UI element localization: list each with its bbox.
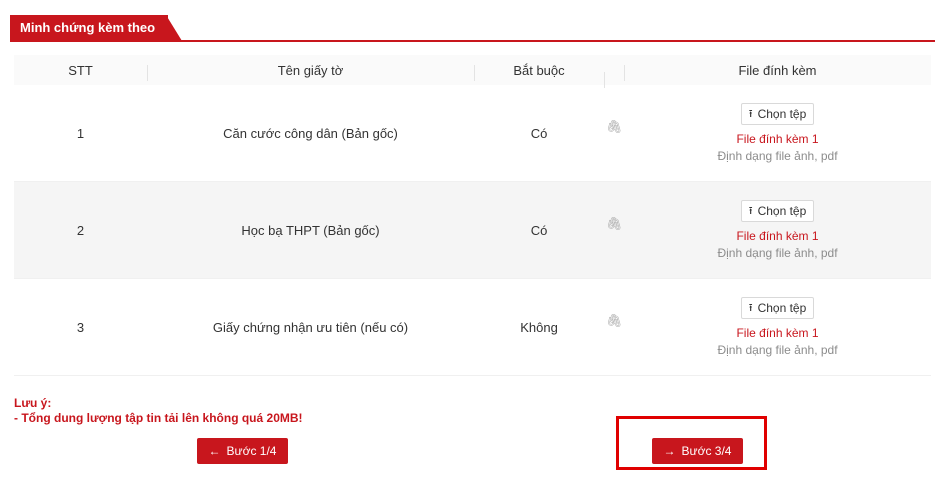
row-document-name: Giấy chứng nhận ưu tiên (nếu có) bbox=[212, 319, 409, 335]
previous-step-label: Bước 1/4 bbox=[226, 444, 277, 458]
row-file-cell: ⭱ Chọn tệp File đính kèm 1 Định dạng fil… bbox=[624, 297, 931, 357]
choose-file-button[interactable]: ⭱ Chọn tệp bbox=[740, 103, 815, 125]
choose-file-label: Chọn tệp bbox=[757, 301, 807, 315]
attached-file-link[interactable]: File đính kèm 1 bbox=[736, 229, 818, 243]
paperclip-icon[interactable]: 🖇 bbox=[606, 216, 623, 231]
header-attached-file: File đính kèm bbox=[624, 63, 931, 81]
header-stt: STT bbox=[68, 62, 93, 78]
row-required: Không bbox=[520, 319, 558, 335]
row-attachment-cell: 🖇 bbox=[604, 216, 624, 238]
note-title: Lưu ý: bbox=[14, 396, 52, 410]
choose-file-label: Chọn tệp bbox=[757, 107, 807, 121]
attached-file-link[interactable]: File đính kèm 1 bbox=[736, 132, 818, 146]
table-header: STT Tên giấy tờ Bắt buộc File đính kèm bbox=[14, 55, 931, 88]
section-title: Minh chứng kèm theo bbox=[20, 20, 156, 35]
paperclip-icon[interactable]: 🖇 bbox=[606, 313, 623, 328]
row-required: Có bbox=[530, 125, 548, 141]
row-document-name: Căn cước công dân (Bản gốc) bbox=[223, 125, 398, 141]
paperclip-icon[interactable]: 🖇 bbox=[606, 119, 623, 134]
upload-icon: ⭱ bbox=[748, 302, 753, 314]
section-title-tab: Minh chứng kèm theo bbox=[10, 15, 168, 41]
previous-step-button[interactable]: ← Bước 1/4 bbox=[197, 438, 288, 464]
documents-table: STT Tên giấy tờ Bắt buộc File đính kèm 1… bbox=[14, 55, 931, 376]
attached-file-link[interactable]: File đính kèm 1 bbox=[736, 326, 818, 340]
row-attachment-cell: 🖇 bbox=[604, 313, 624, 335]
file-format-hint: Định dạng file ảnh, pdf bbox=[717, 343, 838, 357]
row-required: Có bbox=[530, 222, 548, 238]
upload-icon: ⭱ bbox=[748, 108, 753, 120]
section-divider bbox=[10, 40, 935, 42]
choose-file-button[interactable]: ⭱ Chọn tệp bbox=[740, 200, 815, 222]
file-format-hint: Định dạng file ảnh, pdf bbox=[717, 149, 838, 163]
highlight-box bbox=[616, 416, 767, 470]
file-format-hint: Định dạng file ảnh, pdf bbox=[717, 246, 838, 260]
note-text: - Tổng dung lượng tập tin tải lên không … bbox=[14, 411, 303, 425]
section-tab-slope bbox=[166, 15, 182, 41]
header-document-name: Tên giấy tờ bbox=[147, 63, 474, 81]
upload-icon: ⭱ bbox=[748, 205, 753, 217]
header-required: Bắt buộc bbox=[474, 63, 604, 81]
arrow-left-icon: ← bbox=[208, 444, 221, 458]
row-stt: 3 bbox=[76, 319, 85, 335]
table-row: 2 Học bạ THPT (Bản gốc) Có 🖇 ⭱ Chọn tệp … bbox=[14, 182, 931, 279]
row-document-name: Học bạ THPT (Bản gốc) bbox=[241, 222, 380, 238]
table-row: 3 Giấy chứng nhận ưu tiên (nếu có) Không… bbox=[14, 279, 931, 376]
choose-file-label: Chọn tệp bbox=[757, 204, 807, 218]
row-file-cell: ⭱ Chọn tệp File đính kèm 1 Định dạng fil… bbox=[624, 200, 931, 260]
row-attachment-cell: 🖇 bbox=[604, 119, 624, 141]
row-file-cell: ⭱ Chọn tệp File đính kèm 1 Định dạng fil… bbox=[624, 103, 931, 163]
row-stt: 2 bbox=[76, 222, 85, 238]
choose-file-button[interactable]: ⭱ Chọn tệp bbox=[740, 297, 815, 319]
table-row: 1 Căn cước công dân (Bản gốc) Có 🖇 ⭱ Chọ… bbox=[14, 85, 931, 182]
row-stt: 1 bbox=[76, 125, 85, 141]
